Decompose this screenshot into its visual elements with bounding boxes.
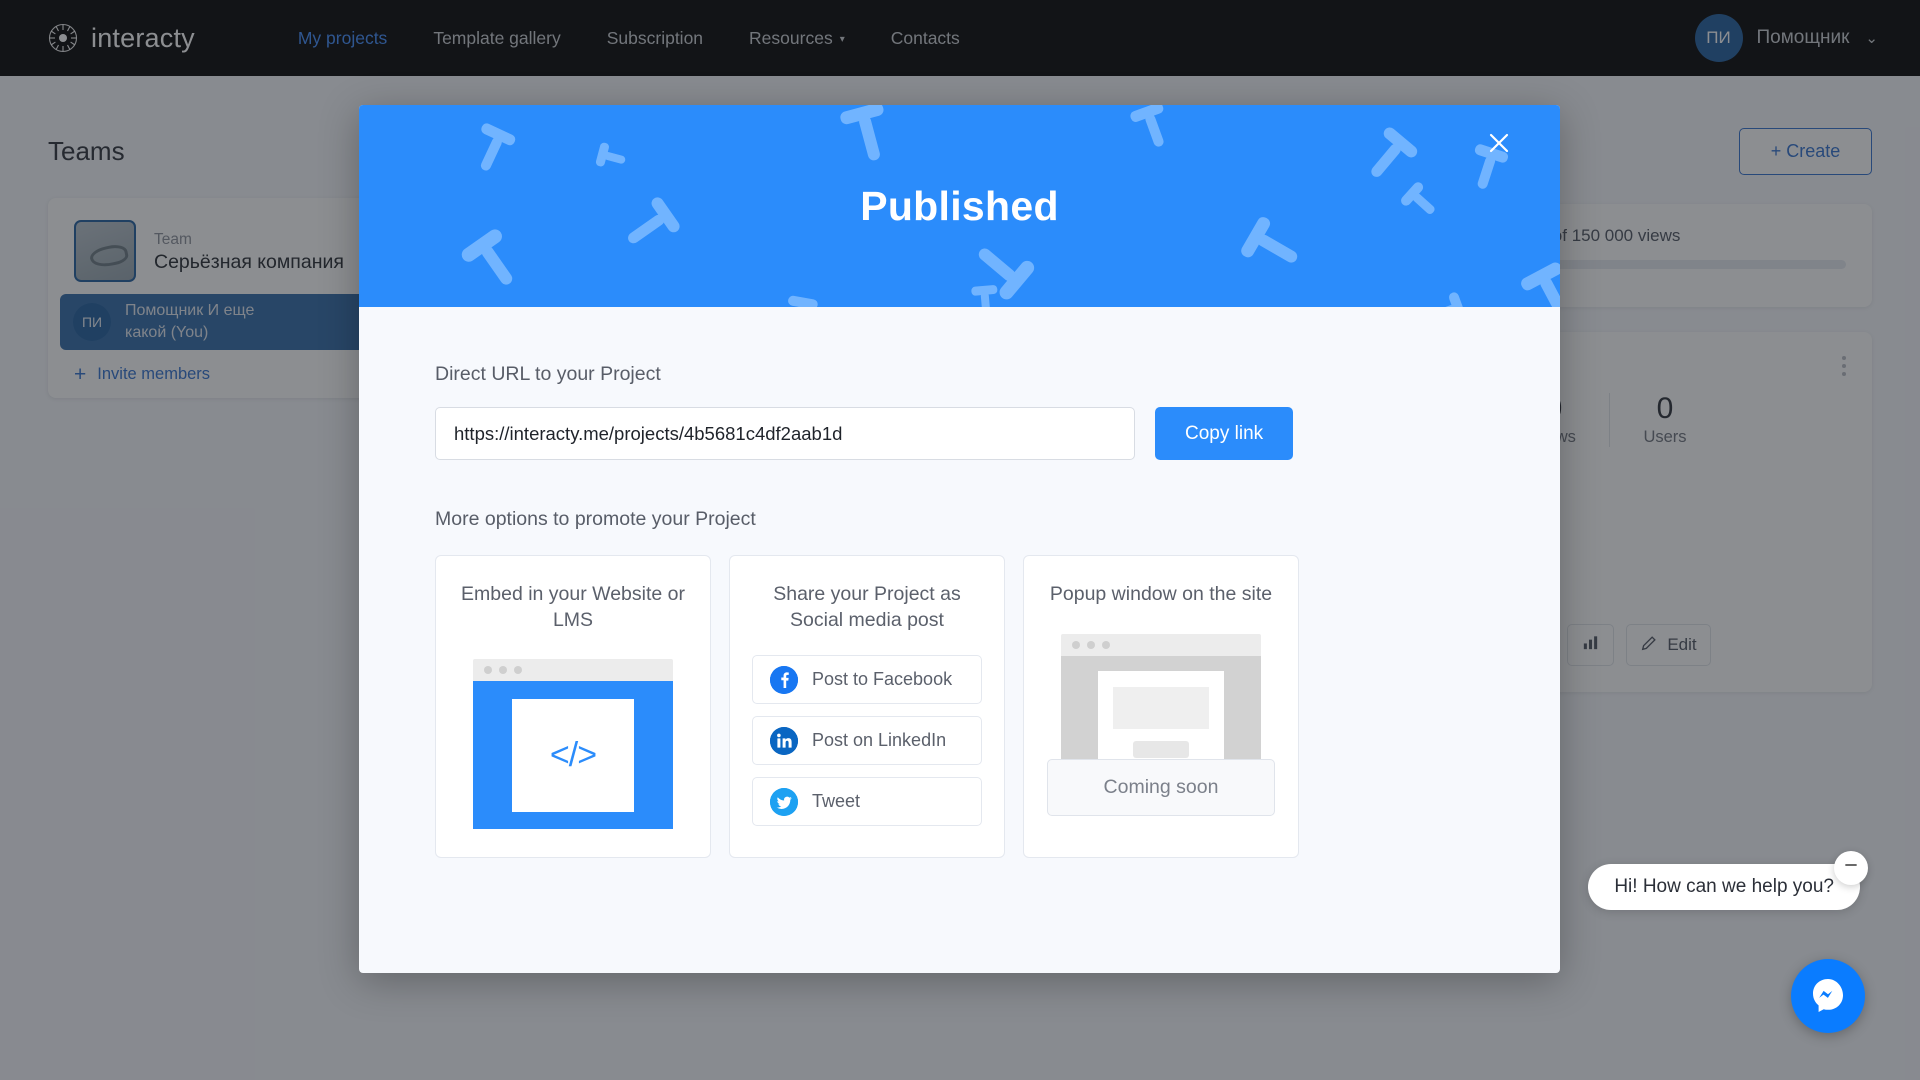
direct-url-label: Direct URL to your Project xyxy=(435,363,661,385)
option-card-title: Share your Project as Social media post xyxy=(773,583,961,631)
direct-url-input[interactable] xyxy=(435,407,1135,460)
modal-title: Published xyxy=(860,182,1059,229)
browser-popup-illustration: Coming soon xyxy=(1047,633,1275,816)
browser-viewport: </> xyxy=(473,681,673,830)
share-button-label: Post on LinkedIn xyxy=(812,730,947,751)
chat-greeting-bubble[interactable]: Hi! How can we help you? xyxy=(1588,864,1860,910)
twitter-icon xyxy=(770,787,798,816)
share-button-label: Post to Facebook xyxy=(812,669,953,690)
minimize-icon xyxy=(1843,857,1859,879)
direct-url-row: Copy link xyxy=(435,407,1484,460)
option-card-embed[interactable]: Embed in your Website or LMS </> xyxy=(435,555,711,859)
browser-titlebar xyxy=(1061,633,1261,656)
code-icon: </> xyxy=(549,735,597,774)
browser-titlebar xyxy=(473,659,673,682)
promote-option-cards: Embed in your Website or LMS </> Share y… xyxy=(435,555,1484,859)
tweet-button[interactable]: Tweet xyxy=(752,777,982,827)
popup-image-placeholder xyxy=(1113,686,1209,729)
coming-soon-badge: Coming soon xyxy=(1047,758,1275,816)
popup-button-placeholder xyxy=(1133,740,1189,758)
browser-embed-illustration: </> xyxy=(473,659,673,830)
chat-minimize-button[interactable] xyxy=(1834,851,1868,885)
linkedin-icon xyxy=(770,726,798,755)
close-button[interactable] xyxy=(1486,130,1528,172)
facebook-icon xyxy=(770,665,798,694)
more-options-label: More options to promote your Project xyxy=(435,508,756,530)
app-root: interacty My projects Template gallery S… xyxy=(0,0,1920,1080)
messenger-icon xyxy=(1808,974,1848,1019)
option-card-title: Embed in your Website or LMS xyxy=(461,583,685,631)
option-card-social: Share your Project as Social media post … xyxy=(729,555,1005,859)
post-on-linkedin-button[interactable]: Post on LinkedIn xyxy=(752,716,982,766)
share-buttons: Post to Facebook Post on LinkedIn Tweet xyxy=(752,655,982,827)
post-to-facebook-button[interactable]: Post to Facebook xyxy=(752,655,982,705)
chat-launcher-button[interactable] xyxy=(1791,959,1865,1033)
copy-link-button[interactable]: Copy link xyxy=(1155,407,1294,460)
modal-body: Direct URL to your Project Copy link Mor… xyxy=(359,307,1560,859)
option-card-title: Popup window on the site xyxy=(1049,583,1273,605)
option-card-popup: Popup window on the site Coming soon xyxy=(1023,555,1299,859)
embed-frame: </> xyxy=(512,698,634,812)
modal-header: Published xyxy=(359,105,1560,307)
published-modal: Published Direct URL to your Project Cop… xyxy=(359,105,1560,973)
share-button-label: Tweet xyxy=(812,791,861,812)
